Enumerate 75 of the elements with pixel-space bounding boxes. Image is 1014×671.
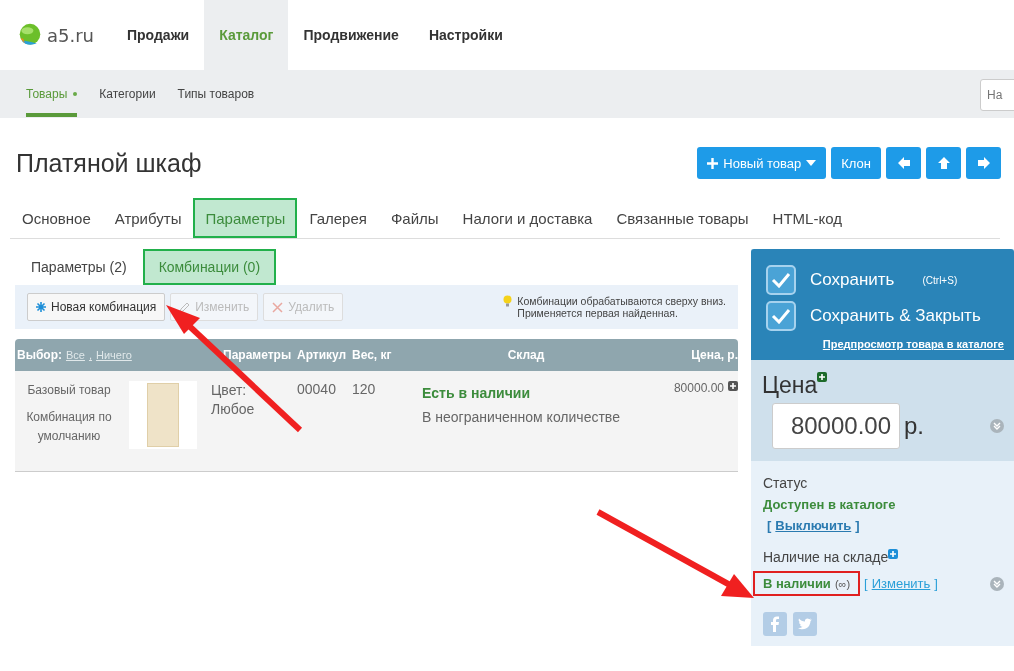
expand-icon[interactable] bbox=[990, 576, 1004, 591]
main-nav-tab[interactable]: Настройки bbox=[413, 0, 518, 70]
preview-link[interactable]: Предпросмотр товара в каталоге bbox=[766, 338, 1004, 350]
currency-label: р. bbox=[904, 412, 924, 440]
stock-quantity: (∞) bbox=[834, 577, 851, 590]
product-tab[interactable]: Связанные товары bbox=[604, 198, 761, 238]
checkmark-icon bbox=[771, 308, 791, 324]
wardrobe-photo-placeholder bbox=[129, 381, 197, 449]
plus-icon[interactable] bbox=[728, 381, 738, 391]
status-label: Статус bbox=[763, 475, 809, 491]
facebook-icon[interactable] bbox=[763, 612, 787, 636]
stock-value: В наличии bbox=[763, 576, 831, 591]
logo-text[interactable]: a5.ru bbox=[47, 24, 94, 46]
save-close-checkmark-button[interactable] bbox=[766, 301, 796, 331]
next-button[interactable] bbox=[966, 147, 1001, 179]
disable-link[interactable]: Выключить bbox=[775, 518, 852, 533]
plus-icon[interactable] bbox=[817, 372, 828, 382]
expand-icon[interactable] bbox=[990, 419, 1004, 433]
save-checkmark-button[interactable] bbox=[766, 265, 796, 295]
bracket: ] bbox=[855, 518, 860, 533]
checkmark-icon bbox=[771, 272, 791, 288]
asterisk-icon bbox=[36, 302, 46, 312]
search-field[interactable]: На bbox=[980, 79, 1014, 111]
save-link[interactable]: Сохранить bbox=[810, 270, 895, 290]
column-header: Артикул bbox=[297, 348, 348, 362]
sub-nav-tab[interactable]: Категории bbox=[99, 70, 156, 118]
product-tab[interactable]: Файлы bbox=[378, 198, 451, 238]
plus-icon bbox=[707, 157, 719, 169]
save-and-close-link[interactable]: Сохранить & Закрыть bbox=[810, 306, 981, 326]
column-header: Параметры bbox=[222, 348, 293, 362]
hint-text: Применяется первая найденная. bbox=[517, 307, 679, 319]
sub-nav-tab[interactable]: Типы товаров bbox=[177, 70, 255, 118]
lightbulb-icon bbox=[503, 295, 513, 307]
stock-note: В неограниченном количестве bbox=[422, 409, 621, 425]
arrow-right-icon bbox=[977, 157, 990, 169]
price-cell: 80000.00 bbox=[673, 381, 724, 395]
hint-text: Комбинации обрабатываются сверху вниз. bbox=[517, 295, 726, 307]
product-tab[interactable]: HTML-код bbox=[760, 198, 854, 238]
previous-button[interactable] bbox=[886, 147, 921, 179]
price-field[interactable]: 80000.00 bbox=[772, 403, 900, 449]
status-value: Доступен в каталоге bbox=[763, 497, 897, 512]
table-cell-text: Цвет: Любое bbox=[210, 381, 256, 419]
close-icon bbox=[272, 301, 284, 313]
column-header: Вес, кг bbox=[352, 348, 393, 362]
product-tab[interactable]: Атрибуты bbox=[102, 198, 194, 238]
bracket: [ bbox=[767, 518, 772, 533]
separator: , bbox=[88, 349, 92, 361]
column-header: Склад bbox=[506, 348, 546, 362]
base-product-label: Базовый товар bbox=[26, 382, 112, 399]
page-title: Платяной шкаф bbox=[16, 148, 202, 178]
section-tab[interactable]: Параметры (2) bbox=[15, 249, 143, 285]
price-label: Цена bbox=[762, 372, 818, 399]
table-cell-text: 120 bbox=[352, 380, 377, 399]
product-tab[interactable]: Галерея bbox=[297, 198, 379, 238]
arrow-left-icon bbox=[897, 157, 910, 169]
pencil-icon bbox=[179, 301, 191, 313]
column-header: Цена, р. bbox=[690, 348, 738, 362]
bracket: ] bbox=[934, 576, 938, 591]
column-header: Выбор: bbox=[17, 348, 62, 362]
shortcut-hint: (Ctrl+S) bbox=[922, 274, 958, 286]
up-button[interactable] bbox=[926, 147, 961, 179]
stock-status: Есть в наличии bbox=[422, 385, 532, 401]
table-cell-text: 00040 bbox=[297, 380, 337, 399]
default-combination-label: Комбинация по умолчанию bbox=[25, 409, 113, 445]
bird-icon[interactable] bbox=[793, 612, 817, 636]
caret-down-icon bbox=[806, 160, 817, 166]
arrow-up-icon bbox=[937, 157, 950, 169]
main-nav-tab[interactable]: Продвижение bbox=[288, 0, 414, 70]
bracket: [ bbox=[864, 576, 868, 591]
product-tab[interactable]: Налоги и доставка bbox=[450, 198, 605, 238]
main-nav-tab[interactable]: Продажи bbox=[112, 0, 205, 70]
product-tab[interactable]: Основное bbox=[10, 198, 103, 238]
action-button[interactable]: Новая комбинация bbox=[27, 293, 166, 321]
stock-label: Наличие на складе bbox=[763, 549, 889, 565]
plus-icon[interactable] bbox=[888, 549, 899, 559]
